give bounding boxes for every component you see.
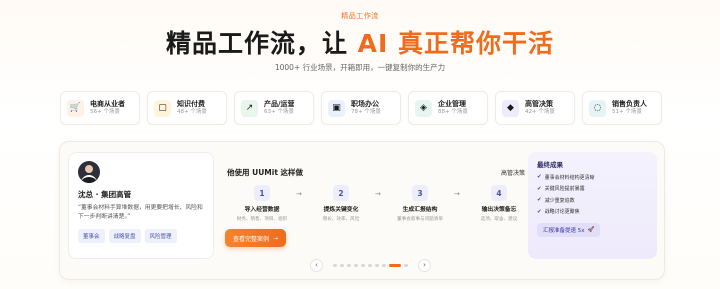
step-title: 导入经营数据 xyxy=(244,207,280,213)
office-icon: ▣ xyxy=(328,99,345,117)
category-card[interactable]: ◈ 企业管理 88+ 个场景 xyxy=(408,91,488,125)
pager-dots xyxy=(333,263,408,267)
flow-steps: 1 导入经营数据 财务、销售、项目、组织 → 2 提炼关键变化 增长、效率、风险… xyxy=(227,185,527,225)
pager-dot[interactable] xyxy=(389,263,401,267)
step-description: 选项、取舍、建议 xyxy=(480,217,518,222)
category-title: 高管决策 xyxy=(525,100,553,109)
category-title: 电商从业者 xyxy=(90,100,125,109)
case-panel: 沈总 · 集团高管 “董事会材料手算堆数据，用更要把增长、风险和下一步判断讲清楚… xyxy=(59,141,665,280)
persona-tags: 董事会 战略复盘 风险管理 xyxy=(78,228,204,243)
flow-step: 1 导入经营数据 财务、销售、项目、组织 xyxy=(227,185,297,222)
category-count: 63+ 个场景 xyxy=(264,108,294,115)
step-title: 生成汇报结构 xyxy=(402,207,438,213)
arrow-right-icon: → xyxy=(272,234,279,242)
persona-card: 沈总 · 集团高管 “董事会材料手算堆数据，用更要把增长、风险和下一步判断讲清楚… xyxy=(68,152,214,259)
flow-category-link[interactable]: 高管决策 xyxy=(501,168,525,177)
avatar xyxy=(78,161,100,183)
category-card[interactable]: ↗ 产品/运营 63+ 个场景 xyxy=(234,91,314,125)
category-title: 企业管理 xyxy=(438,100,466,109)
arrow-right-icon: → xyxy=(296,190,302,198)
persona-quote: “董事会材料手算堆数据，用更要把增长、风险和下一步判断讲清楚。” xyxy=(78,205,203,220)
pager-dot[interactable] xyxy=(361,263,365,267)
category-count: 51+ 个场景 xyxy=(612,108,642,115)
category-count: 78+ 个场景 xyxy=(351,108,381,115)
step-number: 1 xyxy=(254,185,270,201)
arrow-right-icon: → xyxy=(375,190,381,198)
prev-slide-button[interactable]: ‹ xyxy=(310,258,323,272)
eyebrow-label: 精品工作流 xyxy=(341,12,379,20)
check-icon: ✔ xyxy=(537,208,542,215)
receipt-icon: ▢ xyxy=(154,99,171,117)
pager-dot[interactable] xyxy=(382,263,386,267)
step-number: 2 xyxy=(333,185,349,201)
chat-icon: ◌ xyxy=(589,99,606,117)
carousel-pager: ‹ › xyxy=(310,258,431,272)
pager-dot[interactable] xyxy=(404,263,408,267)
step-description: 增长、效率、风险 xyxy=(322,217,360,222)
flow-title: 他使用 UUMit 这样做 xyxy=(227,168,304,177)
view-case-button[interactable]: 查看完整案例 → xyxy=(225,229,286,247)
check-icon: ✔ xyxy=(537,174,542,180)
step-title: 输出决策备忘 xyxy=(481,207,517,213)
result-item-text: 战略讨论更聚焦 xyxy=(544,209,580,215)
results-title: 最终成果 xyxy=(537,161,563,169)
category-card[interactable]: ▢ 知识付费 48+ 个场景 xyxy=(147,91,227,125)
step-description: 财务、销售、项目、组织 xyxy=(236,217,288,222)
category-count: 48+ 个场景 xyxy=(177,108,207,115)
category-count: 56+ 个场景 xyxy=(90,108,120,115)
category-card[interactable]: ◌ 销售负责人 51+ 个场景 xyxy=(582,91,662,125)
arrow-right-icon: → xyxy=(454,190,460,198)
step-number: 3 xyxy=(412,185,428,201)
persona-tag: 战略复盘 xyxy=(108,228,141,243)
category-card[interactable]: ◆ 高管决策 42+ 个场景 xyxy=(495,91,575,125)
pager-dot[interactable] xyxy=(375,263,379,267)
category-count: 88+ 个场景 xyxy=(438,108,468,115)
check-icon: ✔ xyxy=(537,185,542,192)
category-title: 销售负责人 xyxy=(612,100,647,109)
headline-accent: AI 真正帮你干活 xyxy=(357,29,555,58)
flow-step: 4 输出决策备忘 选项、取舍、建议 xyxy=(464,185,534,222)
result-item: ✔ 战略讨论更聚焦 xyxy=(537,208,648,216)
headline-main: 精品工作流，让 xyxy=(165,29,358,58)
category-title: 产品/运营 xyxy=(264,100,295,109)
pager-dot[interactable] xyxy=(347,263,351,267)
result-item: ✔ 董事会材料结构更清晰 xyxy=(537,174,648,181)
rocket-icon: 🚀 xyxy=(587,227,595,233)
pager-dot[interactable] xyxy=(368,263,372,267)
flow-step: 3 生成汇报结构 董事会叙事与问题清单 xyxy=(385,185,455,222)
category-strip: 🛒 电商从业者 56+ 个场景 ▢ 知识付费 48+ 个场景 ↗ 产品/运营 63+ 个场景 ▣ 职… xyxy=(60,91,664,125)
category-card[interactable]: ▣ 职场办公 78+ 个场景 xyxy=(321,91,401,125)
cart-icon: 🛒 xyxy=(67,99,84,117)
page-subtitle: 1000+ 行业场景，开箱即用，一键复制你的生产力 xyxy=(274,63,446,72)
category-title: 职场办公 xyxy=(351,100,379,109)
persona-tag: 风险管理 xyxy=(144,228,177,243)
results-card: 最终成果 ✔ 董事会材料结构更清晰 ✔ 关键风险提前暴露 ✔ 减少重复追数 ✔ 战略讨论… xyxy=(528,152,657,259)
next-slide-button[interactable]: › xyxy=(418,258,431,272)
result-item: ✔ 减少重复追数 xyxy=(537,197,648,204)
trend-icon: ↗ xyxy=(241,99,258,117)
step-title: 提炼关键变化 xyxy=(323,207,359,213)
category-card[interactable]: 🛒 电商从业者 56+ 个场景 xyxy=(60,91,140,125)
pager-dot[interactable] xyxy=(354,263,358,267)
pager-dot[interactable] xyxy=(340,263,344,267)
speedup-badge-label: 汇报准备提速 5x xyxy=(543,228,585,234)
result-item-text: 减少重复追数 xyxy=(544,197,575,204)
category-count: 42+ 个场景 xyxy=(525,108,555,115)
step-description: 董事会叙事与问题清单 xyxy=(397,217,443,222)
diamond-icon: ◆ xyxy=(502,99,519,117)
result-item-text: 关键风险提前暴露 xyxy=(544,186,585,192)
persona-name: 沈总 · 集团高管 xyxy=(78,190,132,199)
view-case-label: 查看完整案例 xyxy=(232,235,269,243)
step-number: 4 xyxy=(491,185,507,201)
result-item: ✔ 关键风险提前暴露 xyxy=(537,185,648,193)
persona-tag: 董事会 xyxy=(78,228,105,243)
flow-step: 2 提炼关键变化 增长、效率、风险 xyxy=(306,185,376,222)
check-icon: ✔ xyxy=(537,197,542,203)
page-title: 精品工作流，让 AI 真正帮你干活 xyxy=(0,24,720,60)
manage-icon: ◈ xyxy=(415,99,432,117)
pager-dot[interactable] xyxy=(333,263,337,267)
category-title: 知识付费 xyxy=(177,100,205,109)
result-item-text: 董事会材料结构更清晰 xyxy=(544,174,595,181)
speedup-badge: 汇报准备提速 5x 🚀 xyxy=(537,223,601,237)
